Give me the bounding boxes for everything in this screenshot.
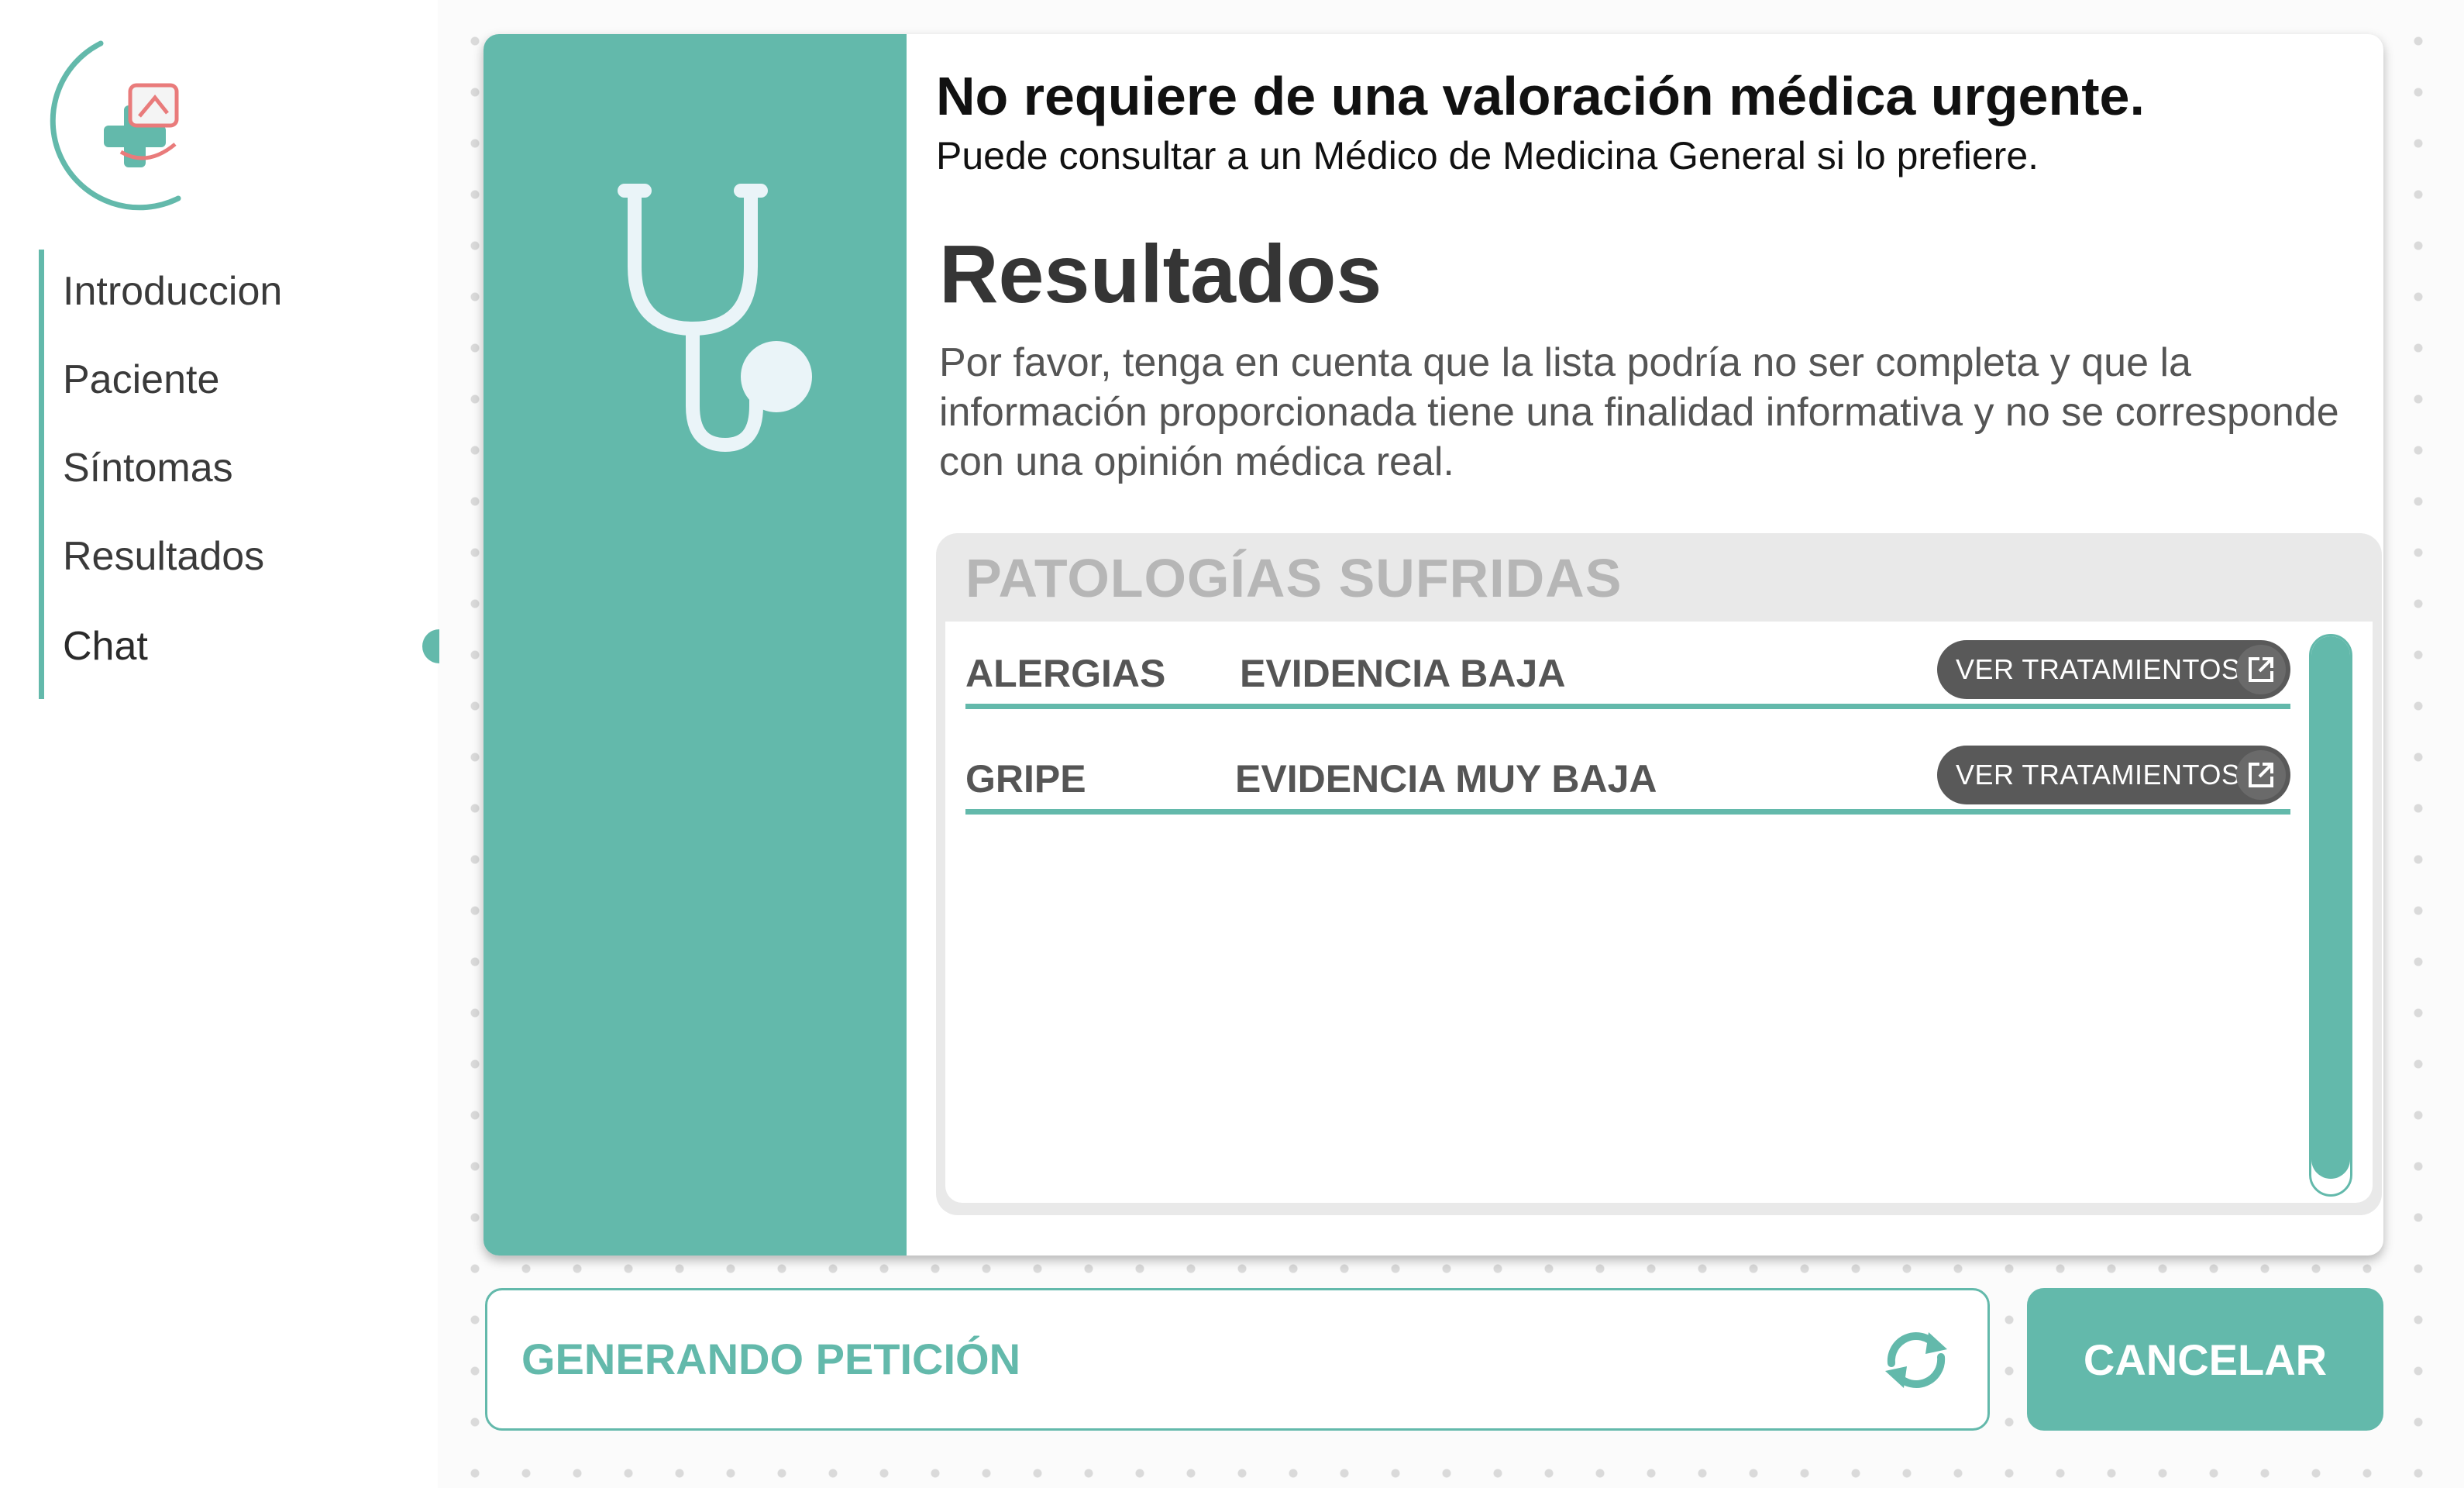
pathology-name: GRIPE: [965, 757, 1086, 801]
pathologies-panel: PATOLOGÍAS SUFRIDAS ALERGIAS EVIDENCIA B…: [936, 533, 2382, 1215]
refresh-icon: [1885, 1332, 1947, 1388]
page-title: Resultados: [939, 229, 1382, 320]
view-treatments-label: VER TRATAMIENTOS: [1956, 759, 2241, 790]
active-item-marker: [422, 629, 439, 663]
view-treatments-button[interactable]: VER TRATAMIENTOS: [1937, 640, 2290, 699]
pathology-evidence: EVIDENCIA BAJA: [1240, 652, 1566, 695]
disclaimer-text: Por favor, tenga en cuenta que la lista …: [939, 340, 2339, 484]
sidebar-item-paciente[interactable]: Paciente: [63, 356, 219, 403]
medical-cross-logo: [50, 40, 181, 211]
view-treatments-button[interactable]: VER TRATAMIENTOS: [1937, 746, 2290, 804]
results-card: No requiere de una valoración médica urg…: [484, 34, 2383, 1256]
card-content: No requiere de una valoración médica urg…: [936, 34, 2382, 1256]
urgency-title: No requiere de una valoración médica urg…: [936, 66, 2145, 126]
external-link-icon: [2236, 645, 2286, 694]
urgency-subtitle: Puede consultar a un Médico de Medicina …: [936, 134, 2039, 177]
sidebar-item-chat[interactable]: Chat: [63, 623, 148, 670]
sidebar: Introduccion Paciente Síntomas Resultado…: [0, 0, 439, 1488]
stethoscope-icon: [618, 184, 812, 453]
sidebar-item-introduccion[interactable]: Introduccion: [63, 268, 282, 315]
view-treatments-label: VER TRATAMIENTOS: [1956, 653, 2241, 685]
pathology-evidence: EVIDENCIA MUY BAJA: [1235, 757, 1657, 801]
status-text: GENERANDO PETICIÓN: [521, 1335, 1021, 1383]
request-status-box: GENERANDO PETICIÓN: [485, 1288, 1990, 1431]
pathology-row: ALERGIAS EVIDENCIA BAJA VER TRATAMIENTOS: [965, 634, 2290, 709]
pathology-name: ALERGIAS: [965, 652, 1166, 695]
card-illustration-panel: [484, 34, 907, 1256]
sidebar-item-resultados[interactable]: Resultados: [63, 533, 264, 580]
list-scrollbar[interactable]: [2309, 634, 2352, 1197]
pathologies-list: ALERGIAS EVIDENCIA BAJA VER TRATAMIENTOS: [945, 622, 2373, 1203]
pathology-row: GRIPE EVIDENCIA MUY BAJA VER TRATAMIENTO…: [965, 739, 2290, 815]
scrollbar-thumb[interactable]: [2311, 636, 2350, 1179]
sidebar-item-sintomas[interactable]: Síntomas: [63, 445, 233, 491]
pathologies-header: PATOLOGÍAS SUFRIDAS: [965, 548, 1623, 608]
cancel-button[interactable]: CANCELAR: [2027, 1288, 2383, 1431]
sidebar-nav: Introduccion Paciente Síntomas Resultado…: [39, 250, 439, 699]
external-link-icon: [2236, 750, 2286, 800]
